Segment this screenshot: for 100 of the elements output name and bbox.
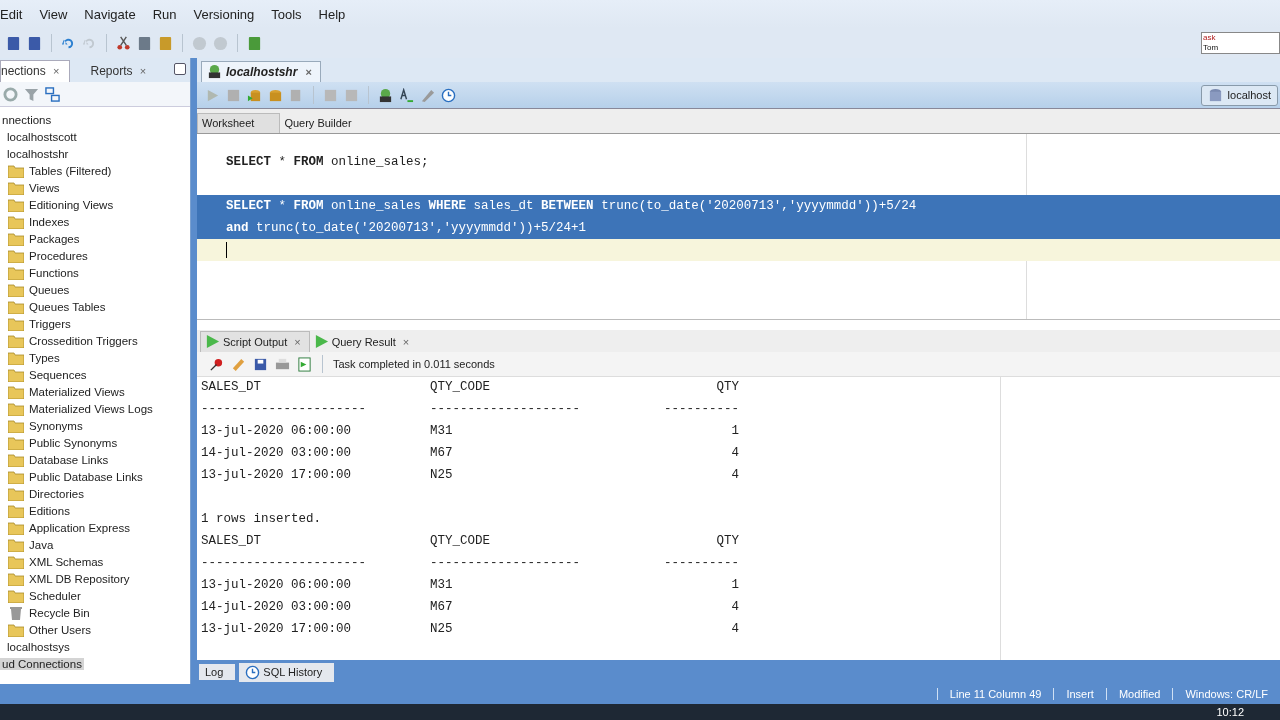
tree-item[interactable]: XML Schemas (27, 555, 106, 568)
tree-item[interactable]: localhostscott (5, 130, 79, 143)
case-icon[interactable] (399, 87, 414, 103)
table-cell-text: M31 (430, 577, 454, 594)
code-line: SELECT* FROM online_sales WHERE sales_dt BETWEEN trunc(to_date('20200713','yyyymmdd'))+5/24 (226, 199, 917, 213)
tree-item[interactable]: Database Links (27, 453, 111, 466)
code-editor[interactable]: SELECT* FROM online_sales; SELECT* FROM online_sales WHERE sales_dt BETWEEN trunc(to_date('20200713','yyyymmdd'))+5/24 and trunc(to_date('20200713','yyyymmdd'))+5/24+1 (197, 134, 1280, 320)
tree-item[interactable]: Sequences (27, 368, 89, 381)
panel-tab[interactable]: Reports × (70, 61, 155, 82)
table-cell-text: 4 (730, 599, 739, 616)
pin-icon[interactable] (209, 356, 224, 372)
table-cell-text: 14-jul-2020 03:00:00 (201, 445, 353, 462)
folder-icon (8, 231, 24, 246)
tree-item[interactable]: Functions (27, 266, 81, 279)
clock: 10:12 (1216, 706, 1244, 718)
table-cell-text: M31 (430, 423, 454, 440)
logo[interactable]: ask Tom (1201, 32, 1280, 54)
menu-item[interactable]: Edit (0, 6, 33, 22)
tree-item[interactable]: ud Connections (0, 657, 84, 670)
tree-item[interactable]: Queues (27, 283, 72, 296)
tree-item[interactable]: nnections (0, 113, 54, 126)
panel-tab[interactable]: nections × (0, 60, 71, 82)
refresh-icon[interactable] (3, 86, 18, 102)
folder-icon (8, 588, 24, 603)
tree-item[interactable]: Application Express (27, 521, 132, 534)
separator-text: ---------------------- (201, 401, 368, 418)
tree-item[interactable]: Synonyms (27, 419, 85, 432)
tree-item[interactable]: Procedures (27, 249, 90, 262)
tree-item[interactable]: Editions (27, 504, 72, 517)
worksheet-tab[interactable]: Worksheet (197, 113, 281, 133)
bottom-tab[interactable]: Log (199, 664, 236, 680)
stop-icon[interactable] (226, 87, 241, 103)
folder-icon (8, 180, 24, 195)
tree-item[interactable]: Crossedition Triggers (27, 334, 140, 347)
trash-icon (8, 605, 24, 620)
table-cell-text: 13-jul-2020 06:00:00 (201, 577, 353, 594)
menu-item[interactable]: Navigate (84, 6, 146, 22)
column-header: QTY_CODE (430, 533, 491, 550)
scissors-icon[interactable] (116, 35, 131, 51)
folder-icon (8, 316, 24, 331)
filter-icon[interactable] (24, 86, 39, 102)
database-icon (1207, 87, 1223, 103)
status-item: Insert (1053, 688, 1106, 700)
code-line: SELECT* FROM online_sales; (226, 155, 429, 169)
folder-icon (8, 333, 24, 348)
column-header: QTY (715, 379, 739, 396)
tree-item[interactable]: Other Users (27, 623, 93, 636)
database-icon[interactable] (268, 87, 283, 103)
tree-item[interactable]: Types (27, 351, 62, 364)
tree-item[interactable]: localhostshr (5, 147, 71, 160)
menu-item[interactable]: Tools (271, 6, 312, 22)
folder-icon (8, 163, 24, 178)
folder-icon (8, 554, 24, 569)
worksheet-tab[interactable]: Query Builder (280, 114, 377, 133)
tree-item[interactable]: Editioning Views (27, 198, 116, 211)
separator-text: ---------------------- (201, 555, 368, 572)
tree-item[interactable]: localhostsys (5, 640, 72, 653)
status-item: Line 11 Column 49 (936, 688, 1054, 700)
clock-icon (245, 664, 261, 680)
output-tab[interactable]: Script Output × (200, 331, 310, 352)
tree-item[interactable]: Recycle Bin (27, 606, 92, 619)
run-icon[interactable] (205, 87, 220, 103)
folder-icon (8, 520, 24, 535)
menu-item[interactable]: Versioning (193, 6, 265, 22)
tree-item[interactable]: Directories (27, 487, 86, 500)
folder-icon (8, 384, 24, 399)
tree-item[interactable]: Public Synonyms (27, 436, 120, 449)
folder-icon (8, 367, 24, 382)
clock-icon[interactable] (441, 87, 456, 103)
play-icon (313, 334, 329, 349)
printer-icon[interactable] (275, 356, 290, 372)
tree-item[interactable]: Queues Tables (27, 300, 108, 313)
tree-item[interactable]: Java (27, 538, 56, 551)
document-icon[interactable] (297, 356, 312, 372)
tree-item[interactable]: Tables (Filtered) (27, 164, 114, 177)
bottom-tab[interactable]: SQL History (239, 662, 335, 682)
folder-icon (8, 622, 24, 637)
tree-item[interactable]: Materialized Views (27, 385, 127, 398)
separator-text: -------------------- (430, 401, 582, 418)
code-line: and trunc(to_date('20200713','yyyymmdd'))+5/24+1 (226, 221, 587, 235)
menu-item[interactable]: Run (152, 6, 187, 22)
tree-item[interactable]: XML DB Repository (27, 572, 132, 585)
tree-item[interactable]: Packages (27, 232, 82, 245)
table-cell-text: 14-jul-2020 03:00:00 (201, 599, 353, 616)
schema-icon[interactable] (45, 86, 60, 102)
tree-item[interactable]: Indexes (27, 215, 72, 228)
table-cell-text: 13-jul-2020 17:00:00 (201, 467, 353, 484)
run-script-icon[interactable] (247, 87, 262, 103)
tree-item[interactable]: Materialized Views Logs (27, 402, 155, 415)
tree-item[interactable]: Scheduler (27, 589, 83, 602)
tree-item[interactable]: Views (27, 181, 62, 194)
tree-item[interactable]: Triggers (27, 317, 73, 330)
menu-item[interactable]: View (39, 6, 78, 22)
tree-item[interactable]: Public Database Links (27, 470, 145, 483)
output-tab[interactable]: Query Result × (309, 332, 418, 352)
menu-item[interactable]: Help (318, 6, 356, 22)
minimize-button[interactable] (174, 63, 186, 75)
connection-selector[interactable]: localhost (1200, 84, 1278, 106)
editor-tab[interactable]: localhostshr × (201, 61, 321, 82)
separator-text: ---------- (663, 401, 739, 418)
